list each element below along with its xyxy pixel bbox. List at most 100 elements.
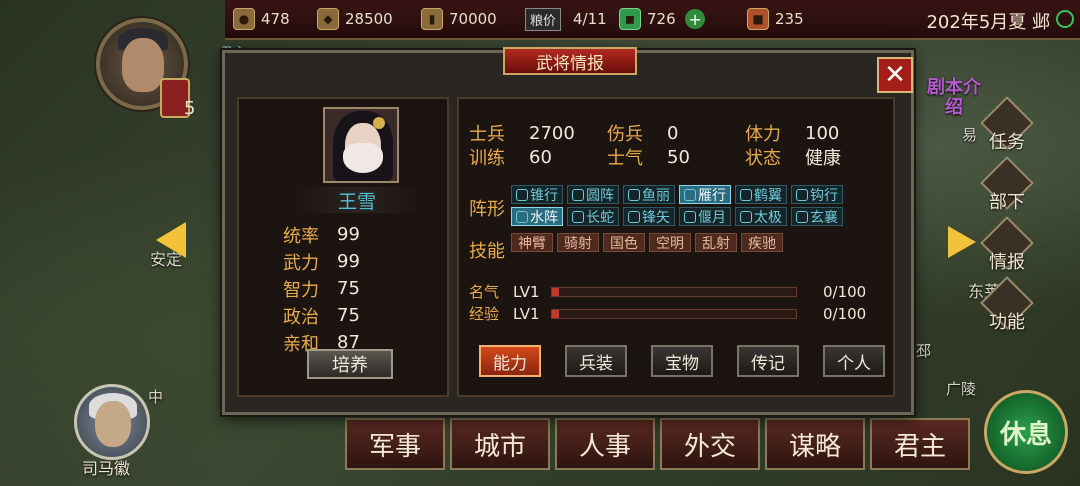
skill-item[interactable]: 疾驰 <box>741 233 783 252</box>
tab-3[interactable]: 传记 <box>737 345 799 377</box>
side-item-label: 部下 <box>989 192 1025 213</box>
formation-item[interactable]: 钩行 <box>791 185 843 204</box>
formation-item[interactable]: 鹤翼 <box>735 185 787 204</box>
formation-item[interactable]: 水阵 <box>511 207 563 226</box>
menu-personnel-button[interactable]: 人事 <box>555 418 655 470</box>
tab-4[interactable]: 个人 <box>823 345 885 377</box>
side-item-intel[interactable]: 情报 <box>970 216 1044 284</box>
city-label-zhong[interactable]: 中 <box>148 386 163 407</box>
stat-row: 智力 75 <box>283 275 360 302</box>
formation-item[interactable]: 雁行 <box>679 185 731 204</box>
resource-bar: ● 478 ◆ 28500 ▮ 70000 粮价 4/11 ◼ 726 + ■ … <box>225 0 1080 40</box>
formation-item[interactable]: 玄襄 <box>791 207 843 226</box>
skill-item[interactable]: 国色 <box>603 233 645 252</box>
menu-military-button[interactable]: 军事 <box>345 418 445 470</box>
lord-level: 5 <box>184 98 196 119</box>
stat-value: 75 <box>337 278 360 299</box>
train-button[interactable]: 培养 <box>307 349 393 379</box>
info-row: 士兵 2700 伤兵 0 体力 100 <box>469 121 883 146</box>
formation-item[interactable]: 圆阵 <box>567 185 619 204</box>
npc-name: 司马徽 <box>82 459 131 478</box>
rest-button[interactable]: 休息 <box>984 390 1068 474</box>
menu-diplomacy-button[interactable]: 外交 <box>660 418 760 470</box>
food-price-value: 4/11 <box>573 10 607 28</box>
city-label-pi[interactable]: 邳 <box>916 340 931 361</box>
formation-item[interactable]: 鱼丽 <box>623 185 675 204</box>
prev-arrow-icon[interactable] <box>156 222 186 258</box>
formation-item[interactable]: 太极 <box>735 207 787 226</box>
stat-value: 99 <box>337 224 360 245</box>
fame-row: 名气 LV1 0/100 <box>469 281 866 302</box>
troop-info: 士兵 2700 伤兵 0 体力 100 训练 60 士气 50 状态 健康 <box>469 121 883 170</box>
info-label: 体力 <box>745 124 781 145</box>
skill-list: 神臂 骑射 国色 空明 乱射 疾驰 <box>511 233 783 252</box>
formation-icon <box>684 188 696 201</box>
city-label-guangling[interactable]: 广陵 <box>946 378 976 399</box>
info-value: 健康 <box>805 148 841 169</box>
formation-label: 玄襄 <box>810 209 838 226</box>
side-item-functions[interactable]: 功能 <box>970 276 1044 344</box>
formation-item[interactable]: 偃月 <box>679 207 731 226</box>
general-avatar[interactable] <box>323 107 399 183</box>
wood-icon: ▮ <box>421 8 443 30</box>
exp-label: 经验 <box>469 305 500 323</box>
exp-level: LV1 <box>513 304 540 323</box>
coin-icon: ● <box>233 8 255 30</box>
formation-label: 钩行 <box>810 187 838 204</box>
exp-progress-fill <box>552 309 560 318</box>
info-label: 士兵 <box>469 124 505 145</box>
side-menu: 任务 部下 情报 功能 <box>970 96 1044 344</box>
stat-label: 统率 <box>283 225 319 247</box>
formation-icon <box>740 188 752 201</box>
stat-value: 99 <box>337 251 360 272</box>
tab-0[interactable]: 能力 <box>479 345 541 377</box>
skill-item[interactable]: 神臂 <box>511 233 553 252</box>
formation-icon <box>516 210 528 223</box>
resource-money: ◆ 28500 <box>317 0 415 39</box>
general-name: 王雪 <box>295 187 419 213</box>
book-icon: ■ <box>747 8 770 30</box>
add-gem-button[interactable]: + <box>685 9 706 29</box>
formation-label: 太极 <box>754 209 782 226</box>
formation-label: 阵形 <box>469 199 505 220</box>
skill-item[interactable]: 骑射 <box>557 233 599 252</box>
money-value: 28500 <box>345 10 393 28</box>
menu-lord-button[interactable]: 君主 <box>870 418 970 470</box>
npc-avatar[interactable] <box>74 384 150 460</box>
info-value: 50 <box>667 146 690 168</box>
resource-food[interactable]: 粮价 4/11 <box>525 0 613 39</box>
menu-city-button[interactable]: 城市 <box>450 418 550 470</box>
exp-row: 经验 LV1 0/100 <box>469 303 866 324</box>
gem-icon: ◼ <box>619 8 642 30</box>
side-item-tasks[interactable]: 任务 <box>970 96 1044 164</box>
stat-row: 政治 75 <box>283 302 360 329</box>
formation-icon <box>740 210 752 223</box>
skill-item[interactable]: 空明 <box>649 233 691 252</box>
coin-value: 478 <box>261 10 290 28</box>
game-date: 202年5月夏 邺 <box>926 12 1050 33</box>
formation-icon <box>628 188 640 201</box>
stat-label: 智力 <box>283 279 319 301</box>
formation-item[interactable]: 长蛇 <box>567 207 619 226</box>
food-price-label: 粮价 <box>525 7 562 31</box>
dialog-title: 武将情报 <box>503 47 637 75</box>
side-item-subordinates[interactable]: 部下 <box>970 156 1044 224</box>
skill-item[interactable]: 乱射 <box>695 233 737 252</box>
close-button[interactable]: ✕ <box>877 57 913 93</box>
tab-2[interactable]: 宝物 <box>651 345 713 377</box>
gem-value: 726 <box>647 10 676 28</box>
lord-face <box>122 38 164 92</box>
signal-icon <box>1056 10 1074 28</box>
wood-value: 70000 <box>449 10 497 28</box>
formation-item[interactable]: 锥行 <box>511 185 563 204</box>
stat-label: 政治 <box>283 306 319 328</box>
formation-item[interactable]: 锋矢 <box>623 207 675 226</box>
stat-row: 统率 99 <box>283 221 360 248</box>
tab-1[interactable]: 兵装 <box>565 345 627 377</box>
formation-label: 水阵 <box>530 209 558 226</box>
formation-icon <box>796 210 808 223</box>
menu-strategy-button[interactable]: 谋略 <box>765 418 865 470</box>
formation-icon <box>796 188 808 201</box>
formation-label: 长蛇 <box>586 209 614 226</box>
book-value: 235 <box>775 10 804 28</box>
